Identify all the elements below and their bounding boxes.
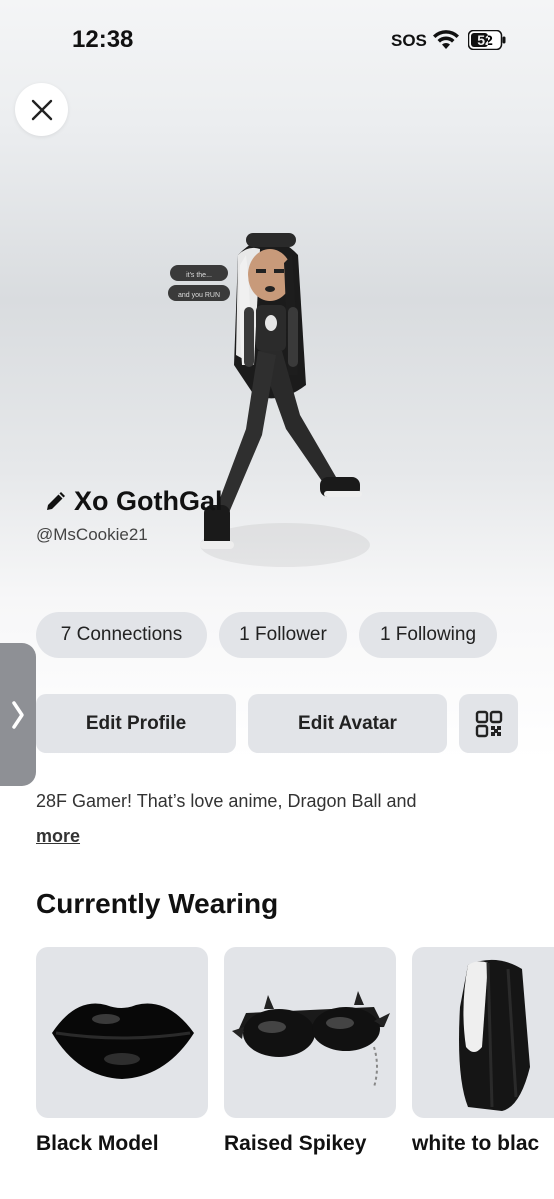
wearing-item-name[interactable]: Black Model [36, 1132, 159, 1156]
goggles-thumbnail [232, 991, 390, 1088]
avatar-preview[interactable]: it's the... and you RUN [150, 215, 400, 585]
pencil-icon[interactable] [44, 491, 66, 513]
display-name-row[interactable]: Xo GothGal [44, 486, 223, 517]
edit-profile-label: Edit Profile [85, 712, 187, 734]
display-name: Xo GothGal [74, 486, 223, 516]
currently-wearing-title: Currently Wearing [36, 888, 279, 919]
side-drawer-tab[interactable] [0, 643, 36, 786]
wearing-item-card[interactable] [412, 947, 554, 1118]
close-icon [31, 99, 52, 120]
username: @MsCookie21 [36, 525, 148, 544]
lips-thumbnail [52, 1003, 194, 1079]
qr-code-icon [475, 710, 502, 737]
sos-indicator: SOS [391, 31, 427, 50]
close-button[interactable] [15, 83, 68, 136]
wearing-item-name[interactable]: white to blac [412, 1132, 554, 1156]
edit-avatar-label: Edit Avatar [298, 712, 397, 734]
wearing-item-card[interactable] [224, 947, 396, 1118]
edit-avatar-button[interactable]: Edit Avatar [248, 694, 447, 753]
wearing-item-name[interactable]: Raised Spikey [224, 1132, 366, 1156]
following-label: 1 Following [379, 624, 477, 645]
edit-profile-button[interactable]: Edit Profile [36, 694, 236, 753]
battery-icon: 52 [468, 30, 506, 50]
bubble-line-2: and you RUN [178, 292, 220, 299]
connections-pill[interactable]: 7 Connections [36, 612, 207, 658]
bubble-line-1: it's the... [186, 272, 212, 279]
status-time: 12:38 [72, 26, 134, 53]
bio-text: 28F Gamer! That’s love anime, Dragon Bal… [36, 791, 417, 811]
status-bar: 12:38 SOS 52 [0, 0, 554, 80]
hair-thumbnail [459, 959, 530, 1111]
bio-more-link[interactable]: more [36, 826, 80, 847]
followers-label: 1 Follower [239, 624, 327, 645]
connections-label: 7 Connections [60, 624, 183, 645]
qr-code-button[interactable] [459, 694, 518, 753]
followers-pill[interactable]: 1 Follower [219, 612, 347, 658]
battery-level: 52 [477, 32, 493, 48]
wifi-icon [433, 30, 459, 49]
chat-bubble: it's the... and you RUN [168, 265, 230, 301]
following-pill[interactable]: 1 Following [359, 612, 497, 658]
wearing-item-card[interactable] [36, 947, 208, 1118]
chevron-right-icon [12, 700, 24, 729]
